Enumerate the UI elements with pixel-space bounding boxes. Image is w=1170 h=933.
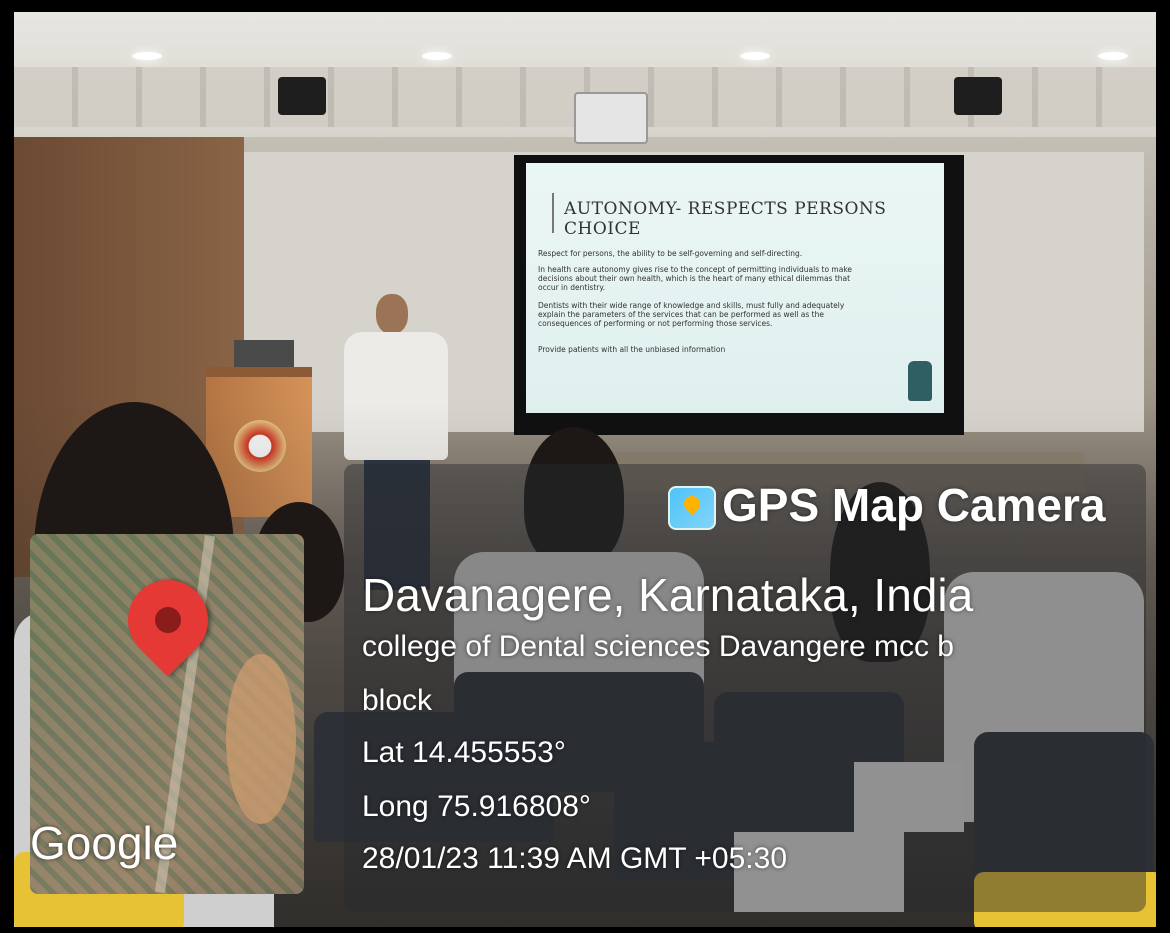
map-brand: Google (30, 817, 179, 869)
address-line-1: college of Dental sciences Davangere mcc… (362, 630, 954, 663)
ceiling-light (422, 52, 452, 60)
speaker-head (376, 294, 408, 334)
photo-frame: AUTONOMY- RESPECTS PERSONS CHOICE Respec… (0, 0, 1170, 933)
app-logo-pin (680, 492, 704, 516)
latitude: Lat 14.455553° (362, 736, 566, 769)
slide-title: AUTONOMY- RESPECTS PERSONS CHOICE (564, 199, 887, 239)
speaker-left (278, 77, 326, 115)
slide-paragraph: Provide patients with all the unbiased i… (538, 345, 726, 354)
ceiling-light (1098, 52, 1128, 60)
address-line-2: block (362, 684, 433, 717)
slide-paragraph: Respect for persons, the ability to be s… (538, 249, 803, 258)
map-field (226, 654, 296, 824)
map-pin-icon (668, 486, 716, 530)
datetime: 28/01/23 11:39 AM GMT +05:30 (362, 842, 788, 875)
projector (574, 92, 648, 144)
speaker-right (954, 77, 1002, 115)
projection-screen: AUTONOMY- RESPECTS PERSONS CHOICE Respec… (514, 155, 964, 435)
longitude: Long 75.916808° (362, 790, 591, 823)
presentation-slide: AUTONOMY- RESPECTS PERSONS CHOICE Respec… (526, 163, 944, 413)
map-thumbnail: Google (30, 534, 304, 894)
location-title: Davanagere, Karnataka, India (362, 569, 974, 621)
slide-paragraph: In health care autonomy gives rise to th… (538, 265, 853, 292)
slide-paragraph: Dentists with their wide range of knowle… (538, 301, 845, 328)
app-name: GPS Map Camera (722, 479, 1106, 531)
ceiling-light (740, 52, 770, 60)
laptop (234, 340, 294, 370)
slide-title-bar (552, 193, 554, 233)
ceiling-light (132, 52, 162, 60)
raised-fist-icon (908, 361, 932, 401)
location-pin-dot (155, 607, 181, 633)
